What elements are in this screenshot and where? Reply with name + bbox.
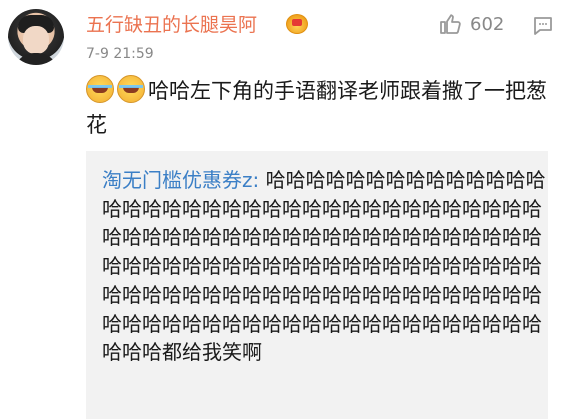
- reply-author-link[interactable]: 淘无门槛优惠券z:: [102, 168, 259, 192]
- comment-text: 哈哈左下角的手语翻译老师跟着撒了一把葱花: [86, 79, 547, 137]
- reply-comment-icon[interactable]: [531, 14, 555, 38]
- vip-crown-icon: [286, 14, 308, 34]
- comment-timestamp: 7-9 21:59: [86, 46, 154, 62]
- laugh-cry-emoji-icon: [86, 75, 114, 103]
- user-avatar[interactable]: [8, 9, 64, 65]
- laugh-cry-emoji-icon: [117, 75, 145, 103]
- like-button[interactable]: 602: [438, 12, 504, 36]
- like-count: 602: [470, 13, 505, 35]
- avatar-face: [23, 26, 49, 54]
- comment-body: 哈哈左下角的手语翻译老师跟着撒了一把葱花: [86, 74, 556, 142]
- reply-quote-box: 淘无门槛优惠券z: 哈哈哈哈哈哈哈哈哈哈哈哈哈哈哈哈哈哈哈哈哈哈哈哈哈哈哈哈哈哈…: [86, 151, 548, 419]
- avatar-shirt: [14, 53, 58, 65]
- reply-text: 哈哈哈哈哈哈哈哈哈哈哈哈哈哈哈哈哈哈哈哈哈哈哈哈哈哈哈哈哈哈哈哈哈哈哈哈哈哈哈哈…: [102, 168, 546, 365]
- thumbs-up-icon: [440, 14, 461, 34]
- username-link[interactable]: 五行缺丑的长腿昊阿: [86, 12, 257, 38]
- reply-content: 淘无门槛优惠券z: 哈哈哈哈哈哈哈哈哈哈哈哈哈哈哈哈哈哈哈哈哈哈哈哈哈哈哈哈哈哈…: [102, 166, 546, 367]
